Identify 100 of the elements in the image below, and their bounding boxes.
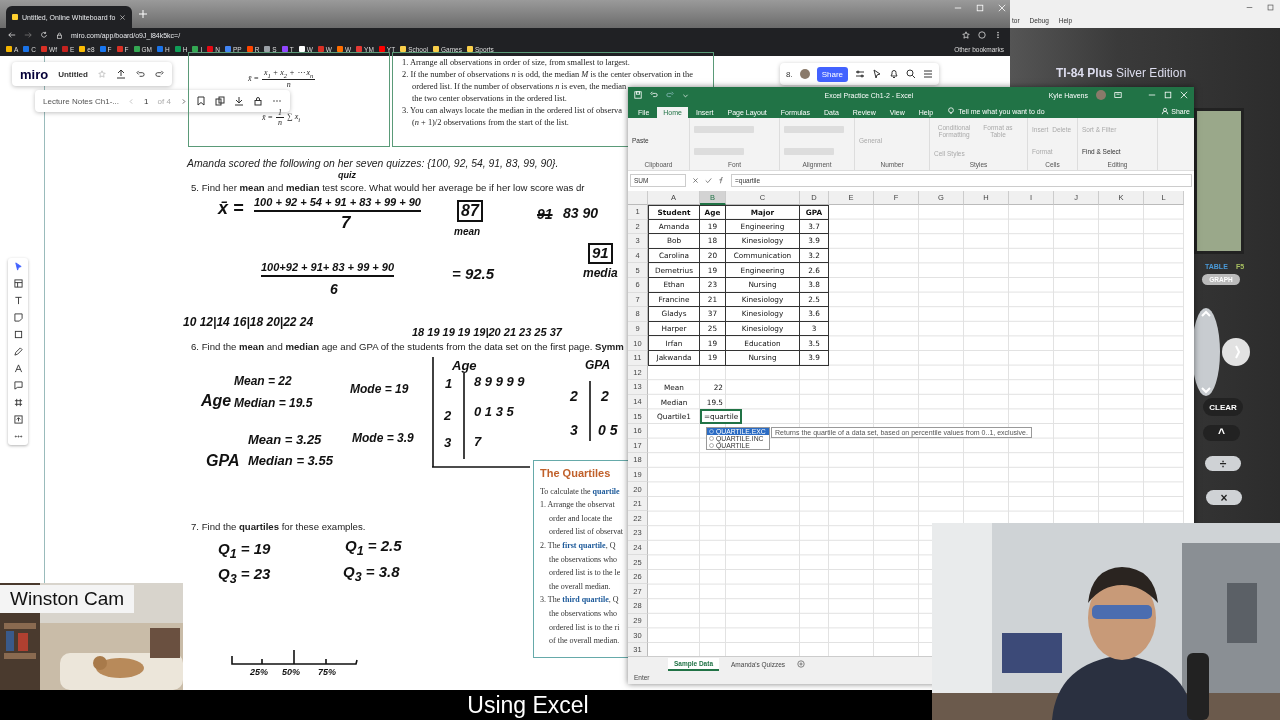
shape-icon[interactable]: [13, 330, 23, 339]
handwritten-note: media: [583, 267, 618, 281]
back-icon[interactable]: [8, 31, 16, 39]
instruction-text: ordered list is to the ri: [548, 621, 621, 634]
check-icon[interactable]: [705, 176, 712, 184]
lock-icon[interactable]: [252, 96, 263, 106]
redo-icon[interactable]: [154, 69, 164, 79]
caption-text: Using Excel: [467, 691, 589, 719]
handwritten-note: 0 1 3 5: [474, 405, 514, 420]
handwritten-note: Age: [201, 392, 232, 410]
document-name: Lecture Notes Ch1-...: [43, 96, 120, 106]
formula-denominator: n: [286, 79, 291, 89]
calculator-title: TI-84 Plus Silver Edition: [1056, 66, 1187, 80]
miro-logo: miro: [20, 66, 49, 82]
handwritten-note: 2: [570, 389, 578, 405]
formula-text: x̄ =: [248, 73, 259, 83]
favicon-icon: [12, 14, 18, 20]
cursor-icon[interactable]: [872, 69, 883, 79]
formula-numerator: x$_{1}$ + x$_{2}$ + ⋯ x$_{n}$: [261, 68, 316, 80]
minimize-icon[interactable]: [1246, 4, 1253, 11]
avatar-icon[interactable]: [799, 69, 810, 79]
lock-icon[interactable]: [56, 31, 63, 39]
handwritten-note: Q$_{1}$ = 19: [218, 541, 271, 562]
more-icon[interactable]: [13, 432, 23, 441]
maximize-icon[interactable]: [1267, 4, 1274, 11]
handwritten-note: Q$_{1}$ = 2.5: [345, 538, 402, 559]
question-text: 5. Find her mean and median test score. What would her average be if her low score was dr: [191, 182, 585, 193]
camera-label: Winston Cam: [0, 585, 135, 613]
undo-icon[interactable]: [135, 69, 145, 79]
menu-icon[interactable]: [923, 69, 934, 79]
handwritten-note: Mean = 22: [234, 375, 292, 389]
handwritten-note: 83 90: [563, 206, 599, 222]
download-icon[interactable]: [233, 96, 244, 106]
new-tab-icon[interactable]: [138, 9, 149, 19]
star-icon[interactable]: [97, 70, 106, 78]
handwritten-note: = 92.5: [452, 266, 495, 283]
handwritten-note: 100+92 + 91+ 83 + 99 + 90: [261, 261, 395, 278]
calculator-key[interactable]: ×: [1206, 490, 1242, 505]
settings-icon[interactable]: [855, 69, 866, 79]
clear-key[interactable]: CLEAR: [1203, 398, 1243, 416]
undo-icon[interactable]: [650, 91, 658, 99]
handwritten-note: 10 12|14 16|18 20|22 24: [183, 316, 314, 330]
handwritten-note: quiz: [338, 171, 356, 181]
add-sheet-icon[interactable]: [797, 660, 806, 668]
calculator-key[interactable]: ^: [1203, 425, 1240, 441]
star-icon[interactable]: [962, 31, 970, 39]
template-icon[interactable]: [13, 279, 23, 288]
stem-plot-line: [588, 380, 592, 442]
handwritten-note: 6: [330, 282, 338, 298]
handwritten-note: 91: [537, 207, 553, 223]
bookmark-icon[interactable]: [195, 96, 206, 106]
function-icon[interactable]: [718, 176, 725, 184]
lightbulb-icon[interactable]: [947, 107, 956, 115]
frame-icon[interactable]: [13, 398, 23, 407]
upload-icon[interactable]: [115, 69, 126, 79]
text-tool-icon[interactable]: [13, 296, 23, 305]
cancel-icon[interactable]: [692, 176, 699, 184]
board-name[interactable]: Untitled: [58, 69, 88, 79]
copy-icon[interactable]: [214, 96, 225, 106]
person-icon[interactable]: [1161, 107, 1170, 115]
handwritten-note: Median = 3.55: [248, 454, 333, 469]
instruction-text: of the overall median.: [548, 635, 621, 648]
more-icon[interactable]: [994, 31, 1002, 39]
handwritten-note: Q$_{3}$ = 23: [218, 566, 271, 587]
instruction-text: (n + 1)/2 observations from the start of the list.: [411, 117, 569, 129]
page-number[interactable]: 1: [144, 96, 149, 106]
handwritten-note: 1: [445, 377, 453, 392]
collaborator-count: 8.: [786, 69, 793, 79]
save-icon[interactable]: [634, 91, 642, 99]
handwritten-note: 3: [570, 423, 578, 439]
bell-icon[interactable]: [889, 69, 900, 79]
instruction-text: 2. If the number of observations n is odd, the median M is the center observation in the: [402, 69, 693, 81]
handwritten-note: 18 19 19 19 19|20 21 23 25 37: [412, 326, 562, 339]
handwritten-note: GPA: [585, 359, 611, 373]
handwritten-note: 100 + 92 + 54 + 91 + 83 + 99 + 90: [254, 196, 421, 213]
letter-tool-icon[interactable]: [13, 364, 23, 373]
ribbon-display-icon[interactable]: [1114, 91, 1122, 99]
handwritten-note: GPA: [206, 452, 240, 470]
formula-text: ∑ x$_{i}$: [286, 112, 301, 123]
instruction-text: 1. Arrange all observations in order of size, from smallest to largest.: [402, 57, 630, 69]
handwritten-note: 8 9 9 9 9: [474, 375, 525, 390]
pen-icon[interactable]: [13, 347, 23, 356]
handwritten-note: Q$_{3}$ = 3.8: [343, 564, 400, 585]
calculator-key[interactable]: ÷: [1205, 456, 1241, 471]
handwritten-note: 75%: [318, 668, 336, 678]
share-button[interactable]: Share: [816, 66, 849, 82]
comment-icon[interactable]: [13, 381, 23, 390]
reload-icon[interactable]: [40, 31, 48, 39]
handwritten-note: Mode = 19: [350, 383, 409, 397]
cursor-icon[interactable]: [13, 262, 23, 271]
handwritten-note: 7: [474, 435, 482, 450]
upload-icon[interactable]: [13, 415, 23, 424]
forward-icon[interactable]: [24, 31, 32, 39]
search-icon[interactable]: [906, 69, 917, 79]
profile-icon[interactable]: [978, 31, 986, 39]
handwritten-note: Age: [452, 359, 477, 374]
sticky-note-icon[interactable]: [13, 313, 23, 322]
close-icon[interactable]: [119, 13, 127, 21]
handwritten-note: Mode = 3.9: [352, 432, 414, 446]
handwritten-note: mean: [454, 226, 481, 237]
